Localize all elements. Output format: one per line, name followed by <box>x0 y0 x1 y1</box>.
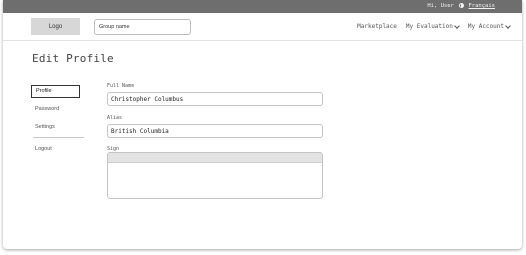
sidebar-divider <box>33 137 84 138</box>
globe-icon <box>459 3 465 9</box>
top-bar: Hi, User Français <box>3 0 522 13</box>
user-greeting: Hi, User <box>427 3 454 9</box>
sidebar-item-logout[interactable]: Logout <box>31 143 80 156</box>
app-window: Hi, User Français Logo Marketplace My Ev… <box>3 0 522 249</box>
user-greeting-area: Hi, User Français <box>427 3 495 9</box>
nav-marketplace[interactable]: Marketplace <box>357 23 397 30</box>
sign-editor-toolbar[interactable] <box>108 153 322 163</box>
full-name-input[interactable] <box>107 92 323 106</box>
alias-input[interactable] <box>107 124 323 138</box>
sidebar-item-password[interactable]: Password <box>31 103 80 116</box>
sidebar-item-label: Settings <box>35 124 55 130</box>
nav-my-evaluation-label: My Evaluation <box>405 23 453 30</box>
group-name-search-input[interactable] <box>94 19 191 35</box>
chevron-down-icon <box>505 22 511 29</box>
logo-label: Logo <box>48 23 63 30</box>
full-name-label: Full Name <box>107 83 135 89</box>
nav-my-evaluation[interactable]: My Evaluation <box>405 22 460 30</box>
nav-my-account[interactable]: My Account <box>467 22 511 30</box>
page-title: Edit Profile <box>32 52 114 65</box>
nav-marketplace-label: Marketplace <box>357 23 397 30</box>
alias-label: Alias <box>107 115 123 121</box>
language-switch-link[interactable]: Français <box>469 3 496 9</box>
sidebar-item-settings[interactable]: Settings <box>31 121 80 134</box>
nav-my-account-label: My Account <box>467 23 504 30</box>
sign-editor[interactable] <box>107 152 323 199</box>
sidebar-item-label: Logout <box>35 146 52 152</box>
sidebar-item-profile[interactable]: Profile <box>31 85 80 98</box>
logo[interactable]: Logo <box>31 18 80 35</box>
main-nav: Marketplace My Evaluation My Account <box>357 22 511 30</box>
sidebar-item-label: Profile <box>36 88 52 94</box>
header: Logo Marketplace My Evaluation My Accoun… <box>3 13 522 41</box>
sidebar-item-label: Password <box>35 106 60 112</box>
chevron-down-icon <box>454 22 460 29</box>
